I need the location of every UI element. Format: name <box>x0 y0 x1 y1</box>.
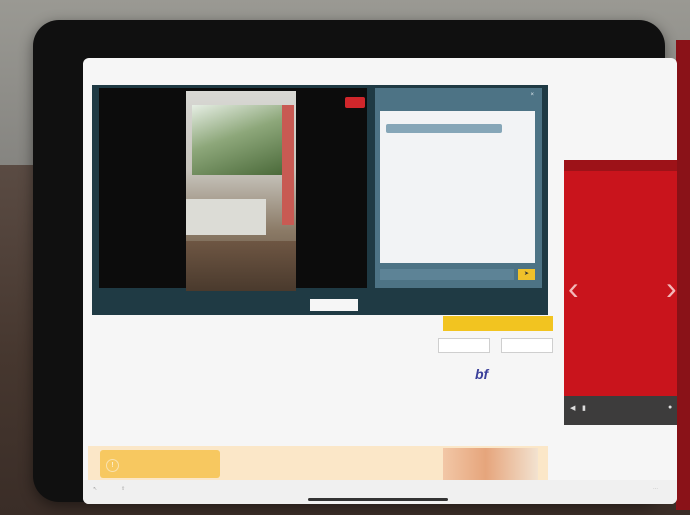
notice-box[interactable]: ! <box>100 450 220 478</box>
status-bar <box>83 58 677 72</box>
warning-icon: ! <box>106 459 119 472</box>
video-feed[interactable] <box>99 88 367 291</box>
room-floor <box>186 241 296 291</box>
agency-logo: bf <box>475 366 489 382</box>
message-bubble <box>386 124 502 133</box>
chevron-right-icon[interactable]: › <box>666 270 677 307</box>
home-indicator[interactable] <box>308 498 448 501</box>
tab-video[interactable] <box>264 299 300 311</box>
secondary-button-1[interactable] <box>438 338 490 353</box>
video-call-panel: × ➤ <box>92 85 548 315</box>
contact-button[interactable] <box>443 316 553 331</box>
tab-chat[interactable] <box>310 299 358 311</box>
secondary-button-2[interactable] <box>501 338 553 353</box>
room-view <box>186 91 296 291</box>
live-badge <box>345 97 365 108</box>
ad-header <box>564 160 677 171</box>
send-icon[interactable]: ➤ <box>518 269 535 280</box>
ad-toggle-icon[interactable]: ● <box>668 404 672 411</box>
ad-pause-icon[interactable]: ▮ <box>582 404 586 412</box>
ad-controls: ◀ ▮ ● <box>564 396 677 425</box>
chat-messages <box>380 111 535 263</box>
room-window <box>192 105 282 175</box>
chat-header: × <box>375 88 542 102</box>
room-radiator <box>186 199 266 235</box>
call-tabs <box>92 293 548 315</box>
tabs-icon[interactable]: ⋯ <box>653 486 658 492</box>
room-pillar <box>282 105 294 225</box>
chevron-left-icon[interactable]: ‹ <box>568 270 579 307</box>
ad-prev-icon[interactable]: ◀ <box>570 404 575 412</box>
side-ad[interactable]: ‹ › ◀ ▮ ● <box>564 160 677 425</box>
chat-panel: × ➤ <box>375 88 542 288</box>
red-object-edge <box>676 40 690 510</box>
close-icon[interactable]: × <box>530 92 534 98</box>
chat-input[interactable] <box>380 269 514 280</box>
share-icon[interactable]: ⇧ <box>121 486 125 492</box>
tablet-screen: × ➤ bf ‹ › ◀ ▮ ● ! ↖ ⇧ ⋯ <box>83 58 677 504</box>
back-icon[interactable]: ↖ <box>93 486 97 492</box>
tablet-device: × ➤ bf ‹ › ◀ ▮ ● ! ↖ ⇧ ⋯ <box>33 20 677 504</box>
